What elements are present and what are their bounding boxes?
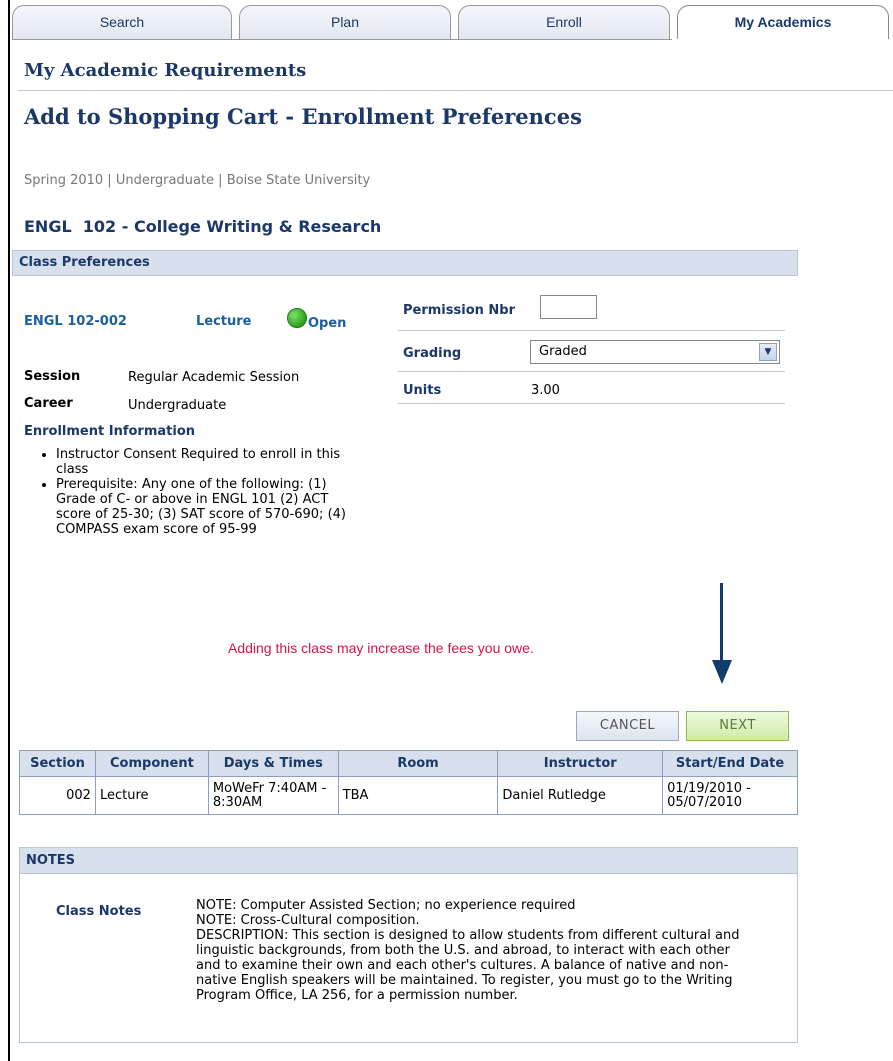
divider (398, 371, 785, 372)
tab-search[interactable]: Search (12, 5, 232, 39)
tab-plan[interactable]: Plan (239, 5, 451, 39)
cancel-button[interactable]: CANCEL (576, 711, 679, 741)
class-notes-text: NOTE: Computer Assisted Section; no expe… (196, 898, 740, 1003)
course-title: ENGL 102 - College Writing & Research (24, 217, 382, 236)
career-label: Career (24, 396, 73, 411)
column-header: Room (337, 750, 499, 777)
tab-divider (12, 39, 672, 40)
start-end-date-cell: 01/19/2010 - 05/07/2010 (662, 776, 798, 815)
grading-label: Grading (403, 346, 462, 361)
grading-select[interactable]: Graded ▼ (530, 340, 780, 364)
column-header: Days & Times (207, 750, 339, 777)
open-status-icon (287, 308, 307, 328)
chevron-down-icon[interactable]: ▼ (759, 343, 777, 361)
divider (398, 330, 785, 331)
career-value: Undergraduate (128, 398, 227, 413)
class-notes-label: Class Notes (56, 904, 142, 919)
page-subtitle: Add to Shopping Cart - Enrollment Prefer… (24, 104, 582, 129)
section-cell: 002 (19, 776, 96, 815)
enrollment-info-list: Instructor Consent Required to enroll in… (36, 447, 356, 537)
enrollment-info-label: Enrollment Information (24, 424, 196, 439)
days-times-cell: MoWeFr 7:40AM - 8:30AM (207, 776, 339, 815)
column-header: Start/End Date (662, 750, 798, 777)
column-header: Section (19, 750, 96, 777)
component-link[interactable]: Lecture (196, 314, 252, 329)
permission-nbr-label: Permission Nbr (403, 303, 515, 318)
tab-label: Plan (330, 14, 360, 30)
grading-selected-value: Graded (539, 344, 587, 359)
notes-panel: NOTES Class Notes NOTE: Computer Assiste… (19, 847, 798, 1043)
room-cell: TBA (337, 776, 499, 815)
column-header: Instructor (497, 750, 664, 777)
list-item: Prerequisite: Any one of the following: … (56, 477, 356, 537)
tab-bar: Search Plan Enroll My Academics (12, 0, 893, 40)
component-cell: Lecture (94, 776, 209, 815)
instructor-cell: Daniel Rutledge (497, 776, 664, 815)
table-row: 002 Lecture MoWeFr 7:40AM - 8:30AM TBA D… (19, 776, 798, 815)
down-arrow-icon (712, 660, 732, 684)
fees-notice: Adding this class may increase the fees … (228, 640, 534, 656)
page-title: My Academic Requirements (24, 60, 307, 81)
list-item: Instructor Consent Required to enroll in… (56, 447, 356, 477)
tab-label: My Academics (734, 14, 832, 30)
class-preferences-header: Class Preferences (12, 250, 798, 276)
session-value: Regular Academic Session (128, 370, 300, 385)
permission-nbr-input[interactable] (540, 295, 597, 319)
tab-my-academics[interactable]: My Academics (677, 5, 889, 39)
term-line: Spring 2010 | Undergraduate | Boise Stat… (24, 173, 371, 188)
status-label: Open (308, 316, 347, 331)
session-label: Session (24, 369, 81, 384)
tab-enroll[interactable]: Enroll (458, 5, 670, 39)
next-button[interactable]: NEXT (686, 711, 789, 741)
class-id-link[interactable]: ENGL 102-002 (24, 314, 127, 329)
notes-header: NOTES (20, 848, 797, 874)
units-label: Units (403, 383, 442, 398)
table-header-row: Section Component Days & Times Room Inst… (19, 750, 798, 777)
pointer-arrow-shaft (720, 583, 723, 663)
column-header: Component (94, 750, 209, 777)
divider (398, 403, 785, 404)
tab-label: Search (99, 14, 145, 30)
class-sections-table: Section Component Days & Times Room Inst… (19, 750, 798, 815)
title-divider (18, 90, 893, 91)
units-value: 3.00 (531, 383, 560, 398)
tab-label: Enroll (546, 14, 582, 30)
